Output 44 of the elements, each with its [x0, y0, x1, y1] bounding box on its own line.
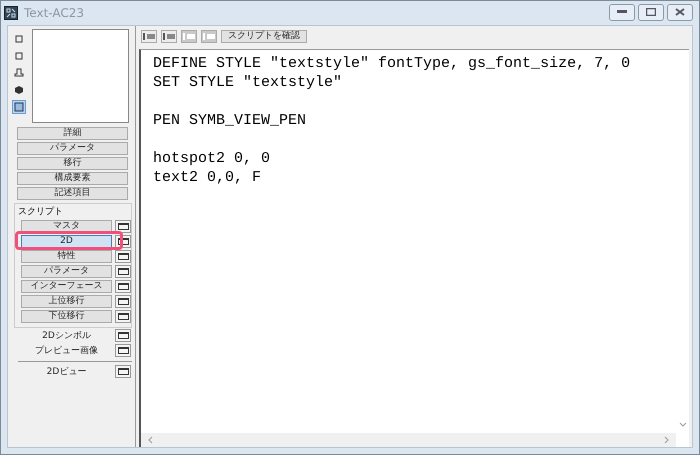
view-mode-icon[interactable]	[12, 100, 26, 114]
close-icon	[675, 8, 685, 16]
scroll-down-icon[interactable]	[678, 422, 686, 428]
section-button[interactable]: 詳細	[17, 127, 128, 140]
section-button[interactable]: 移行	[17, 157, 128, 170]
minimize-button[interactable]	[609, 4, 635, 20]
script-button[interactable]: 特性	[21, 250, 112, 263]
maximize-icon	[646, 8, 656, 16]
item-label: 2Dシンボル	[41, 330, 92, 342]
window-button[interactable]	[115, 310, 131, 323]
code-line: SET STYLE "textstyle"	[153, 74, 342, 91]
group-label: スクリプト	[18, 205, 64, 218]
item-label: プレビュー画像	[34, 344, 99, 357]
item-label: 2Dビュー	[46, 366, 88, 378]
close-button[interactable]	[667, 4, 693, 20]
window-button[interactable]	[115, 344, 131, 357]
code-line: text2 0,0, F	[153, 169, 262, 186]
section-button[interactable]: 構成要素	[17, 172, 128, 185]
script-button[interactable]: 2D	[21, 235, 112, 248]
section-button[interactable]: 記述項目	[17, 187, 128, 200]
check-script-button[interactable]: スクリプトを確認	[221, 30, 307, 43]
window-title: Text-AC23	[24, 6, 84, 20]
code-line: DEFINE STYLE "textstyle" fontType, gs_font_size, 7, 0	[153, 55, 630, 72]
window-button[interactable]	[115, 280, 131, 293]
code-line: hotspot2 0, 0	[153, 150, 270, 167]
maximize-button[interactable]	[638, 4, 664, 20]
window-button[interactable]	[115, 295, 131, 308]
section-button[interactable]: パラメータ	[17, 142, 128, 155]
code-editor[interactable]: DEFINE STYLE "textstyle" fontType, gs_font_size, 7, 0 SET STYLE "textstyle" PEN SYMB_VIEW_PEN hotspot2 0, 0 text2 0,0, F	[139, 49, 689, 447]
script-button[interactable]: パラメータ	[21, 265, 112, 278]
window-button[interactable]	[115, 250, 131, 263]
script-button[interactable]: 下位移行	[21, 310, 112, 323]
view-mode-icon[interactable]	[12, 83, 26, 97]
script-button[interactable]: インターフェース	[21, 280, 112, 293]
script-button[interactable]: 上位移行	[21, 295, 112, 308]
window-button[interactable]	[115, 220, 131, 233]
list-icon[interactable]	[161, 30, 177, 43]
window-button[interactable]	[115, 365, 131, 378]
window-button[interactable]	[115, 265, 131, 278]
code-line: PEN SYMB_VIEW_PEN	[153, 112, 306, 129]
minimize-icon	[617, 10, 627, 14]
app-icon	[4, 6, 18, 20]
window-button[interactable]	[115, 329, 131, 342]
list-icon[interactable]	[141, 30, 157, 43]
